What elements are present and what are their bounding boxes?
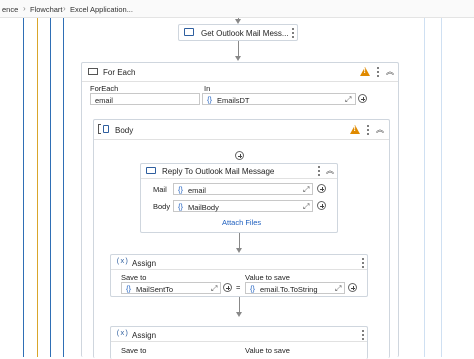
- save-to-label: Save to: [121, 273, 147, 282]
- body-value: MailBody: [188, 202, 219, 212]
- assign-activity[interactable]: (x) Assign Save to Value to save: [110, 326, 368, 359]
- value-to-save-label: Value to save: [245, 346, 290, 355]
- activity-title: Assign: [132, 259, 157, 268]
- value-to-save-label: Value to save: [245, 273, 290, 282]
- mail-icon: [146, 167, 156, 174]
- item-name-field[interactable]: email: [90, 93, 200, 105]
- add-icon[interactable]: [358, 94, 367, 103]
- divider: [141, 178, 337, 179]
- in-collection-value: EmailsDT: [217, 95, 250, 105]
- add-icon[interactable]: [223, 283, 232, 292]
- assign-icon: (x): [116, 330, 129, 338]
- collapse-icon[interactable]: ︽: [376, 124, 384, 135]
- collapse-icon[interactable]: ︽: [326, 165, 334, 176]
- expression-icon: {}: [126, 284, 132, 293]
- assign-activity[interactable]: (x) Assign Save to Value to save {} Mail…: [110, 254, 368, 297]
- in-label: In: [204, 84, 211, 93]
- mail-icon: [184, 28, 194, 36]
- value-field[interactable]: {} email.To.ToString ⤢: [245, 282, 345, 294]
- scope-line: [424, 18, 425, 357]
- expand-icon[interactable]: ⤢: [303, 202, 309, 212]
- for-each-activity[interactable]: For Each ︽ ForEach In email {} EmailsDT …: [81, 62, 399, 359]
- tree-line: [37, 18, 38, 357]
- divider: [111, 269, 367, 270]
- flow-connector: [238, 41, 239, 57]
- activity-title: Get Outlook Mail Mess...: [201, 29, 289, 38]
- expression-icon: {}: [178, 185, 184, 194]
- expand-icon[interactable]: ⤢: [335, 284, 341, 294]
- breadcrumb: ence › Flowchart › Excel Application...: [0, 0, 474, 18]
- get-outlook-mail-activity[interactable]: Get Outlook Mail Mess...: [178, 24, 298, 41]
- activity-title: Reply To Outlook Mail Message: [162, 167, 275, 176]
- expression-icon: {}: [178, 202, 184, 211]
- more-options-icon[interactable]: [376, 67, 379, 78]
- arrow-down-icon: [235, 56, 241, 61]
- activity-title: For Each: [103, 68, 136, 77]
- save-to-value: MailSentTo: [136, 284, 174, 294]
- mail-field[interactable]: {} email ⤢: [173, 183, 313, 195]
- activity-title: Assign: [132, 331, 157, 340]
- breadcrumb-item[interactable]: ence: [2, 5, 18, 14]
- item-name-value: email: [95, 95, 113, 105]
- expression-icon: {}: [207, 95, 213, 104]
- expand-icon[interactable]: ⤢: [211, 284, 217, 294]
- flow-connector: [239, 233, 240, 249]
- expand-icon[interactable]: ⤢: [303, 185, 309, 195]
- add-icon[interactable]: [317, 201, 326, 210]
- value-value: email.To.ToString: [260, 284, 318, 294]
- expression-icon: {}: [250, 284, 256, 293]
- mail-label: Mail: [153, 185, 167, 194]
- save-to-field[interactable]: {} MailSentTo ⤢: [121, 282, 221, 294]
- tree-line: [63, 18, 64, 357]
- attach-files-link[interactable]: Attach Files: [222, 218, 261, 227]
- save-to-label: Save to: [121, 346, 147, 355]
- sequence-bracket-icon: [98, 124, 101, 134]
- more-options-icon[interactable]: [317, 166, 320, 177]
- arrow-down-icon: [236, 248, 242, 253]
- add-icon[interactable]: [348, 283, 357, 292]
- activity-title: Body: [115, 126, 134, 135]
- flow-connector: [239, 297, 240, 313]
- more-options-icon[interactable]: [291, 28, 294, 39]
- add-icon[interactable]: [317, 184, 326, 193]
- warning-icon[interactable]: [350, 125, 360, 134]
- breadcrumb-item[interactable]: Excel Application...: [70, 5, 133, 14]
- more-options-icon[interactable]: [361, 330, 364, 341]
- reply-outlook-mail-activity[interactable]: Reply To Outlook Mail Message ︽ Mail {} …: [140, 163, 338, 233]
- divider: [111, 341, 367, 342]
- tree-line: [50, 18, 51, 357]
- arrow-down-icon: [236, 312, 242, 317]
- chevron-right-icon: ›: [63, 4, 66, 13]
- assign-icon: (x): [116, 258, 129, 266]
- foreach-label: ForEach: [90, 84, 119, 93]
- body-field[interactable]: {} MailBody ⤢: [173, 200, 313, 212]
- mail-value: email: [188, 185, 206, 195]
- body-sequence[interactable]: Body ︽ Reply To Outlook Mail Message ︽ M…: [93, 119, 390, 359]
- in-collection-field[interactable]: {} EmailsDT ⤢: [202, 93, 356, 105]
- insert-activity-icon[interactable]: [235, 151, 244, 160]
- scope-line: [441, 18, 442, 357]
- body-label: Body: [153, 202, 171, 211]
- breadcrumb-item[interactable]: Flowchart: [30, 5, 63, 14]
- chevron-right-icon: ›: [23, 4, 26, 13]
- for-each-icon: [88, 68, 98, 75]
- divider: [82, 81, 398, 82]
- tree-line: [23, 18, 24, 357]
- warning-icon[interactable]: [360, 67, 370, 76]
- collapse-icon[interactable]: ︽: [386, 66, 394, 77]
- divider: [94, 139, 389, 140]
- expand-icon[interactable]: ⤢: [345, 95, 351, 105]
- more-options-icon[interactable]: [366, 125, 369, 136]
- sequence-icon: [103, 125, 109, 133]
- equals-sign: =: [236, 283, 241, 292]
- more-options-icon[interactable]: [361, 258, 364, 269]
